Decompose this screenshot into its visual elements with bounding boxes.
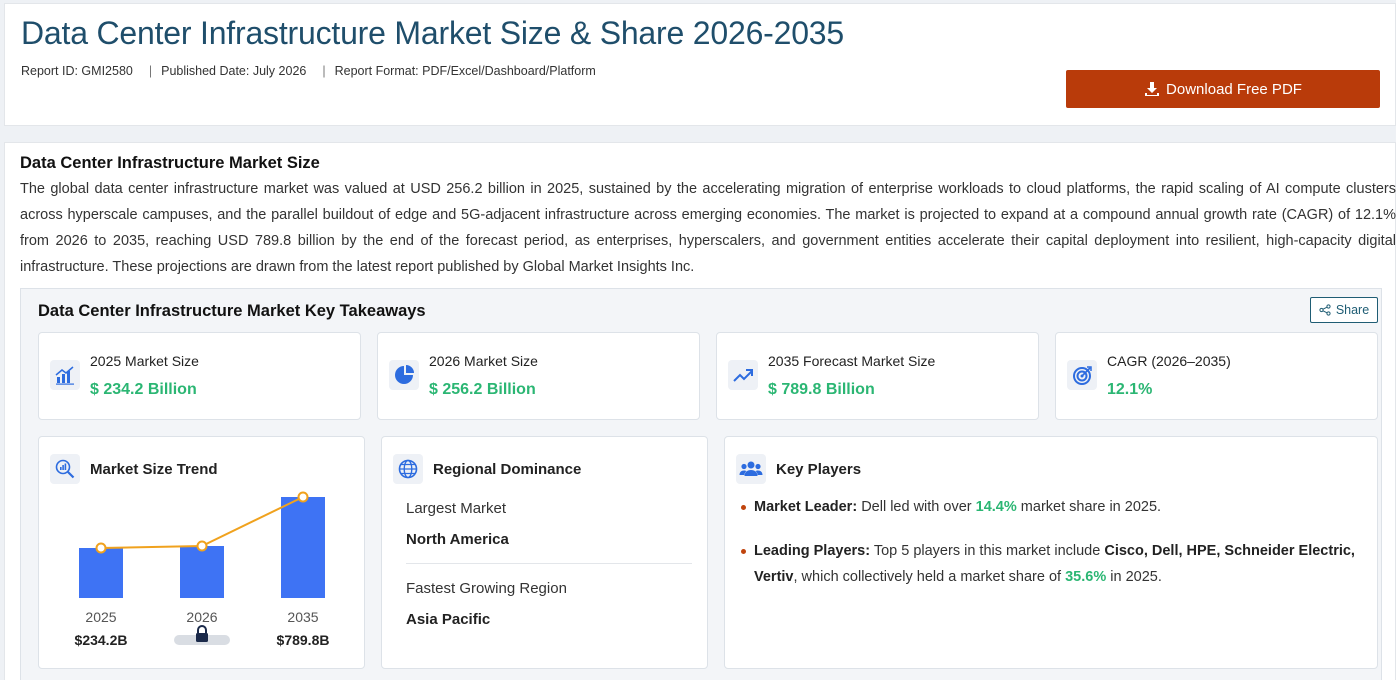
- key-takeaways-panel: Data Center Infrastructure Market Key Ta…: [20, 288, 1382, 680]
- meta-separator: |: [322, 64, 326, 78]
- report-format: Report Format: PDF/Excel/Dashboard/Platf…: [334, 64, 596, 78]
- market-size-section: Data Center Infrastructure Market Size T…: [4, 142, 1396, 680]
- key-players-title: Key Players: [776, 461, 862, 478]
- download-pdf-label: Download Free PDF: [1166, 80, 1302, 98]
- share-button[interactable]: Share: [1310, 297, 1378, 323]
- market-leader-label: Market Leader:: [754, 499, 858, 515]
- leading-players-item: Leading Players: Top 5 players in this m…: [741, 538, 1361, 590]
- meta-separator: |: [148, 64, 153, 78]
- market-size-trend-card: Market Size Trend 2025 2026 2035 $234.2B $78…: [38, 436, 365, 669]
- largest-market-label: Largest Market: [406, 500, 507, 517]
- leading-players-suffix: in 2025.: [1110, 569, 1162, 585]
- leading-players-share: 35.6%: [1065, 569, 1107, 585]
- stat-card-2035: 2035 Forecast Market Size $ 789.8 Billio…: [716, 332, 1039, 420]
- market-size-trend-chart: 2025 2026 2035 $234.2B $789.8B: [75, 491, 330, 648]
- x-tick-label: 2026: [186, 609, 217, 625]
- x-tick-label: 2025: [85, 609, 116, 625]
- target-icon: [1067, 360, 1097, 390]
- trend-up-icon: [728, 360, 758, 390]
- key-takeaways-title: Data Center Infrastructure Market Key Ta…: [38, 302, 426, 320]
- fastest-growing-value: Asia Pacific: [406, 611, 491, 628]
- trend-line: [100, 496, 304, 549]
- download-icon: [1145, 82, 1160, 96]
- trend-point: [95, 542, 107, 554]
- stat-card-cagr: CAGR (2026–2035) 12.1%: [1055, 332, 1378, 420]
- pie-chart-icon: [389, 360, 419, 390]
- download-pdf-button[interactable]: Download Free PDF: [1066, 70, 1380, 108]
- chart-bar: [180, 546, 224, 598]
- share-icon: [1319, 304, 1331, 316]
- page-title: Data Center Infrastructure Market Size &…: [21, 15, 845, 51]
- stat-value: 12.1%: [1107, 381, 1153, 398]
- chart-bar: [281, 497, 325, 598]
- stat-label: CAGR (2026–2035): [1107, 353, 1231, 369]
- stat-label: 2025 Market Size: [90, 353, 199, 369]
- lock-icon-shackle: [197, 625, 207, 633]
- leading-players-label: Leading Players:: [754, 543, 871, 559]
- regional-title: Regional Dominance: [433, 461, 582, 478]
- trend-point: [196, 540, 208, 552]
- bar-chart-icon: [50, 360, 80, 390]
- stat-value: $ 789.8 Billion: [768, 381, 875, 398]
- x-tick-label: 2035: [287, 609, 318, 625]
- market-leader-item: Market Leader: Dell led with over 14.4% …: [741, 494, 1361, 520]
- leading-players-mid: , which collectively held a market share…: [793, 569, 1062, 585]
- lock-icon: [196, 633, 208, 642]
- stat-label: 2035 Forecast Market Size: [768, 353, 936, 369]
- section-paragraph: The global data center infrastructure ma…: [20, 181, 1396, 275]
- stat-label: 2026 Market Size: [429, 353, 538, 369]
- divider: [406, 563, 692, 564]
- regional-dominance-card: Regional Dominance Largest Market North …: [381, 436, 708, 669]
- report-meta: Report ID: GMI2580 | Published Date: Jul…: [21, 64, 596, 78]
- share-label: Share: [1335, 303, 1370, 317]
- chart-bar: [79, 548, 123, 598]
- market-leader-share: 14.4%: [975, 499, 1017, 515]
- report-id: Report ID: GMI2580: [21, 64, 133, 78]
- trend-point: [297, 491, 309, 503]
- users-icon: [736, 454, 766, 484]
- stat-value: $ 234.2 Billion: [90, 381, 197, 398]
- section-title: Data Center Infrastructure Market Size: [20, 154, 320, 172]
- largest-market-value: North America: [406, 531, 509, 548]
- stat-card-2025: 2025 Market Size $ 234.2 Billion: [38, 332, 361, 420]
- market-leader-text: Dell led with over: [861, 499, 972, 515]
- report-header: Data Center Infrastructure Market Size &…: [4, 3, 1396, 126]
- value-label: $789.8B: [277, 632, 330, 648]
- leading-players-text: Top 5 players in this market include: [873, 543, 1101, 559]
- stat-value: $ 256.2 Billion: [429, 381, 536, 398]
- fastest-growing-label: Fastest Growing Region: [406, 580, 567, 597]
- stat-card-2026: 2026 Market Size $ 256.2 Billion: [377, 332, 700, 420]
- key-players-card: Key Players Market Leader: Dell led with…: [724, 436, 1378, 669]
- value-label: $234.2B: [75, 632, 128, 648]
- market-leader-suffix: market share in 2025.: [1020, 499, 1162, 515]
- published-date: Published Date: July 2026: [161, 64, 307, 78]
- globe-icon: [393, 454, 423, 484]
